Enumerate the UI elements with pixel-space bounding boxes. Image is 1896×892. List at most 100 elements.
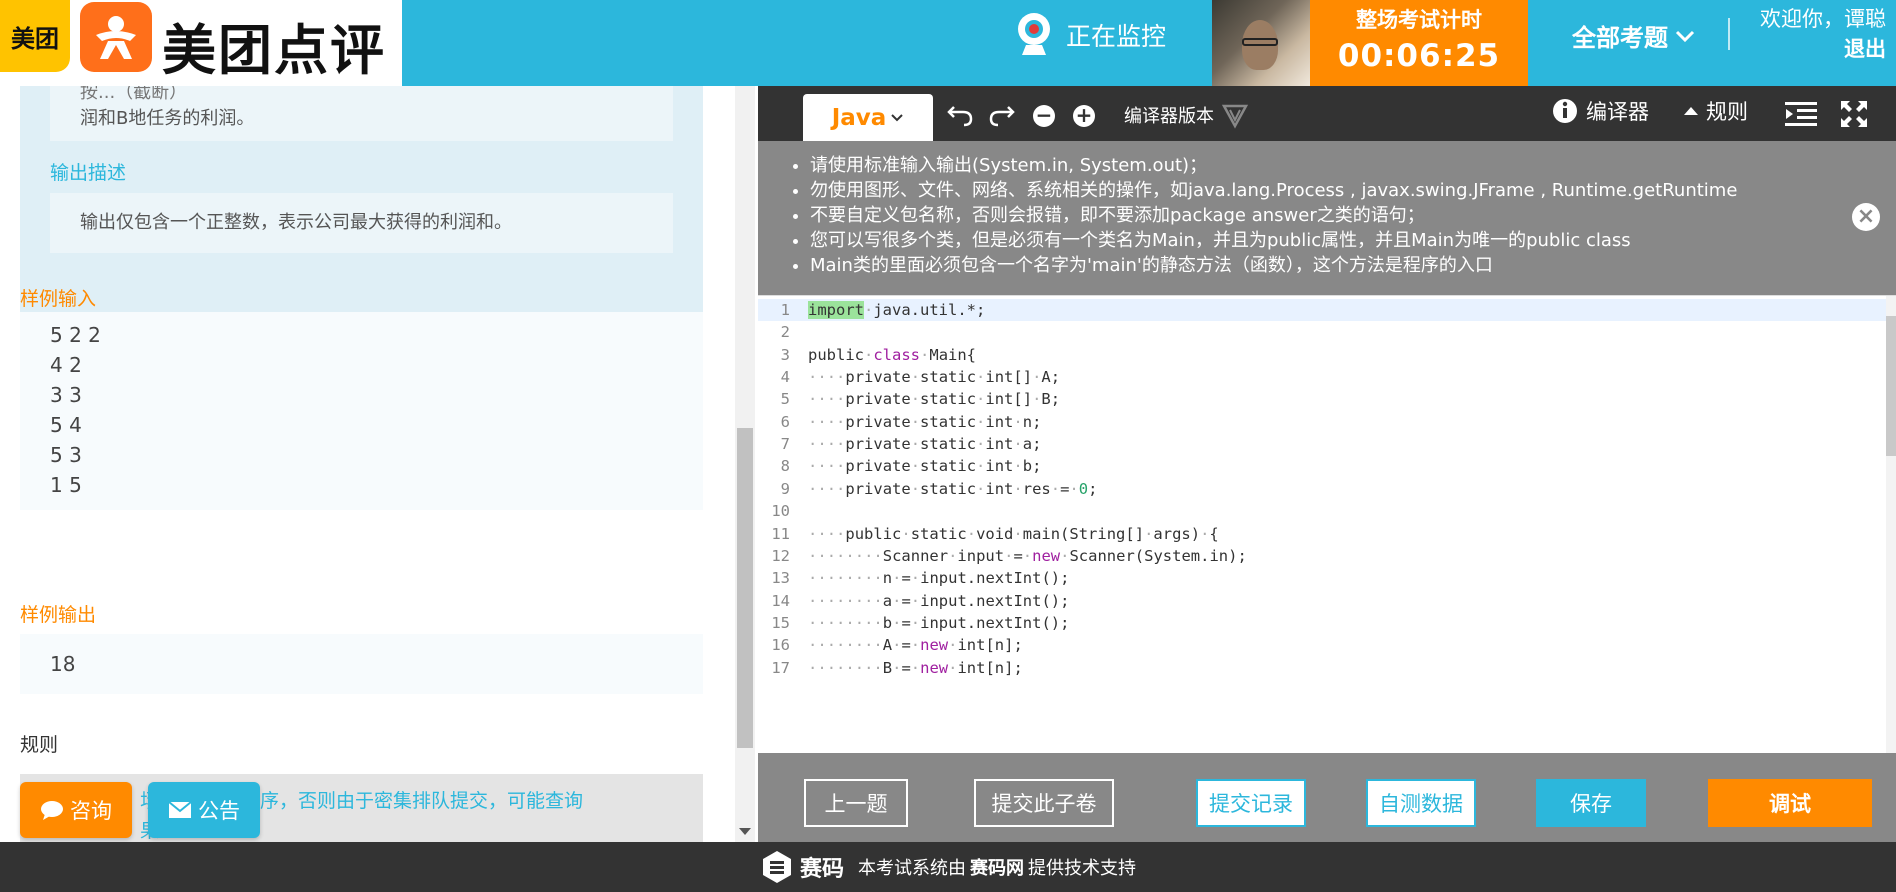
line-number: 9 [780,479,790,498]
all-questions-dropdown[interactable]: 全部考题 [1572,18,1696,53]
line-code: ········B·=·new·int[n]; [808,658,1023,677]
code-line[interactable]: 7 ····private·static·int·a; [758,433,1886,455]
rules-toggle-button[interactable]: 规则 [1682,96,1748,126]
timer-label: 整场考试计时 [1356,8,1482,32]
brand-name: 美团点评 [162,19,386,82]
code-line[interactable]: 3 public·class·Main{ [758,344,1886,366]
description-last-line: 润和B地任务的利润。 [80,108,255,129]
monitor-label: 正在监控 [1066,22,1167,51]
editor-scrollbar[interactable] [1886,296,1896,753]
sample-input-line: 5 2 2 [50,323,101,347]
webcam-preview [1212,0,1310,86]
sample-input-line: 4 2 [50,353,82,377]
consult-button[interactable]: 咨询 [20,782,132,838]
submit-paper-button[interactable]: 提交此子卷 [974,779,1114,827]
dianping-logo-icon [80,2,152,72]
zoom-in-icon[interactable]: + [1070,102,1098,130]
line-number: 17 [771,658,790,677]
welcome-text: 欢迎你，谭聪 [1760,7,1886,31]
sample-output-label: 样例输出 [20,604,97,626]
version-v-icon [1221,104,1249,129]
monitor-status: 正在监控 [1012,10,1166,60]
line-number: 2 [780,323,790,342]
code-line[interactable]: 17 ········B·=·new·int[n]; [758,657,1886,679]
code-editor[interactable]: 1 import·java.util.*; 2 3 public·class·Main{… [758,295,1896,753]
line-code: ····private·static·int[]·B; [808,390,1061,409]
compiler-version[interactable]: 编译器版本 [1124,100,1250,130]
editor-scrollbar-thumb[interactable] [1886,316,1896,456]
line-number: 6 [780,412,790,431]
code-line[interactable]: 1 import·java.util.*; [758,299,1886,321]
sample-input-label: 样例输入 [20,288,97,310]
code-line[interactable]: 9 ····private·static·int·res·=·0; [758,478,1886,500]
code-line[interactable]: 11 ····public·static·void·main(String[]·a… [758,523,1886,545]
top-header: 美团 美团点评 正在监控 整场考试计时 00:06:25 全部考题 欢迎你，谭聪… [0,0,1896,86]
code-line[interactable]: 10 [758,500,1886,522]
sample-input-box: 5 2 2 4 2 3 3 5 4 5 3 1 5 [20,312,703,510]
language-select[interactable]: Java [803,94,933,141]
notice-item: 不要自定义包名称，否则会报错，即不要添加package answer之类的语句； [810,203,1737,228]
code-line[interactable]: 2 [758,321,1886,343]
line-number: 13 [771,569,790,588]
redo-icon[interactable] [988,100,1016,128]
code-line[interactable]: 12 ········Scanner·input·=·new·Scanner(Sy… [758,545,1886,567]
problem-description: 按...（截断） 润和B地任务的利润。 输出描述 输出仅包含一个正整数，表示公司… [20,86,703,313]
footer-text: 提供技术支持 [1028,858,1136,879]
chevron-down-icon [891,113,904,121]
save-button[interactable]: 保存 [1536,779,1646,827]
self-test-button[interactable]: 自测数据 [1366,779,1476,827]
sample-input-line: 5 3 [50,443,82,467]
sample-output-value: 18 [50,652,76,676]
compiler-label: 编译器 [1586,100,1649,124]
undo-icon[interactable] [946,100,974,128]
scrollbar-thumb[interactable] [737,428,753,748]
code-line[interactable]: 6 ····private·static·int·n; [758,411,1886,433]
line-number: 5 [780,390,790,409]
line-code: ····private·static·int·res·=·0; [808,479,1098,498]
consult-label: 咨询 [70,799,112,823]
output-description-heading: 输出描述 [50,162,127,184]
problem-panel: 按...（截断） 润和B地任务的利润。 输出描述 输出仅包含一个正整数，表示公司… [0,86,738,842]
chevron-down-icon [1675,30,1695,42]
line-code: ····public·static·void·main(String[]·arg… [808,524,1219,543]
prev-question-button[interactable]: 上一题 [804,779,908,827]
saima-logo: 赛码 [760,849,844,885]
line-code: ········n·=·input.nextInt(); [808,569,1070,588]
line-code: import·java.util.*; [808,301,986,319]
line-code: ········A·=·new·int[n]; [808,636,1023,655]
line-code: ····private·static·int·b; [808,457,1042,476]
scroll-down-arrow-icon[interactable] [739,828,751,835]
logout-link[interactable]: 退出 [1760,34,1886,64]
description-truncated-line: 按...（截断） [80,86,188,103]
code-line[interactable]: 16 ········A·=·new·int[n]; [758,634,1886,656]
line-number: 4 [780,368,790,387]
footer-brand[interactable]: 赛码网 [970,854,1024,880]
exam-timer: 整场考试计时 00:06:25 [1310,0,1528,86]
zoom-out-icon[interactable]: − [1030,102,1058,130]
rules-label: 规则 [20,734,59,756]
editor-panel: Java − + 编译器版本 编译器 规则 • 请使用标准输入输出(System… [758,86,1896,842]
close-icon[interactable]: × [1852,203,1880,231]
problem-scrollbar[interactable] [735,86,755,842]
debug-button[interactable]: 调试 [1708,779,1872,827]
indent-icon[interactable] [1784,98,1818,130]
fullscreen-icon[interactable] [1838,98,1870,130]
chat-icon [41,801,63,820]
description-text-block: 按...（截断） 润和B地任务的利润。 [50,86,673,141]
code-line[interactable]: 4 ····private·static·int[]·A; [758,366,1886,388]
code-line[interactable]: 14 ········a·=·input.nextInt(); [758,590,1886,612]
info-icon [1553,99,1577,123]
line-number: 7 [780,435,790,454]
code-line[interactable]: 8 ····private·static·int·b; [758,455,1886,477]
footer-text: 本考试系统由 [858,858,966,879]
header-divider [1728,18,1730,50]
code-line[interactable]: 5 ····private·static·int[]·B; [758,388,1886,410]
code-line[interactable]: 15 ········b·=·input.nextInt(); [758,612,1886,634]
submit-history-button[interactable]: 提交记录 [1196,779,1306,827]
editor-toolbar: Java − + 编译器版本 编译器 规则 [758,86,1896,141]
code-line[interactable]: 13 ········n·=·input.nextInt(); [758,567,1886,589]
compiler-info-button[interactable]: 编译器 [1552,96,1649,126]
notice-button[interactable]: 公告 [148,782,260,838]
language-label: Java [831,104,887,131]
notice-item: 您可以写很多个类，但是必须有一个类名为Main，并且为public属性，并且Ma… [810,228,1737,253]
